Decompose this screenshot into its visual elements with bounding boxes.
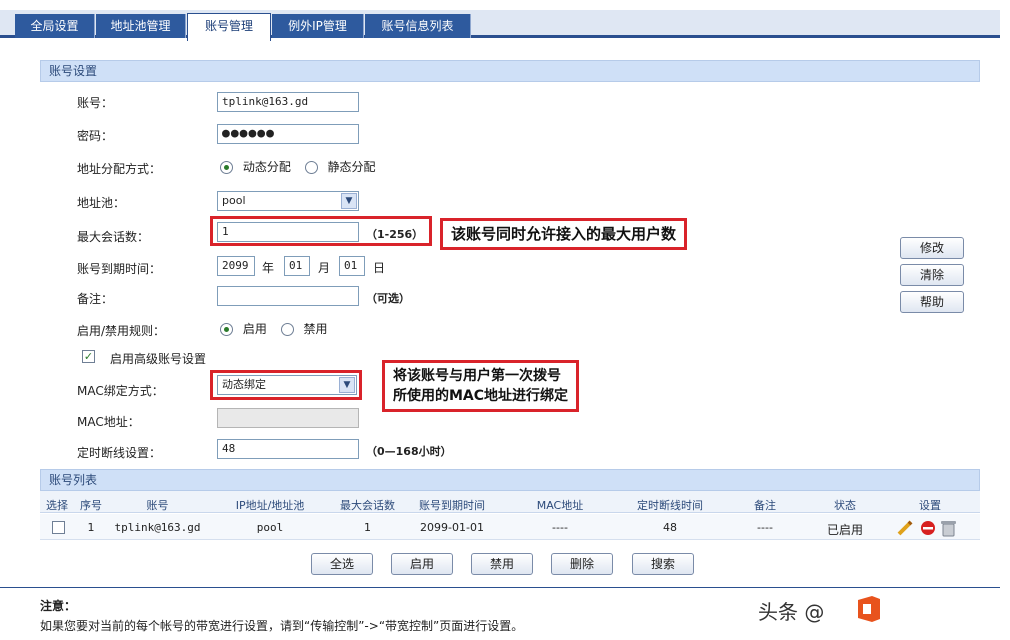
- pool-select[interactable]: pool ▼: [217, 191, 359, 211]
- advanced-settings-label: 启用高级账号设置: [110, 352, 207, 366]
- note-label: 备注：: [77, 292, 114, 306]
- col-timeout: 定时断线时间: [637, 499, 703, 512]
- divider: [0, 587, 1000, 588]
- rule-enable-radio[interactable]: [220, 323, 233, 336]
- row-expire: 2099-01-01: [420, 521, 484, 534]
- row-account: tplink@163.gd: [114, 521, 201, 534]
- month-unit: 月: [318, 261, 331, 275]
- mac-bind-label: MAC绑定方式：: [77, 384, 164, 398]
- year-unit: 年: [262, 261, 275, 275]
- mac-address-label: MAC地址：: [77, 415, 140, 429]
- delete-trash-icon[interactable]: [941, 521, 956, 537]
- account-input[interactable]: tplink@163.gd: [217, 92, 359, 112]
- row-max-session: 1: [364, 521, 371, 534]
- rule-disable-label: 禁用: [303, 322, 328, 336]
- rule-enable-label: 启用: [242, 322, 267, 336]
- max-session-input[interactable]: 1: [217, 222, 359, 242]
- note-hint: （可选）: [366, 292, 410, 305]
- col-account: 账号: [146, 499, 169, 512]
- account-list-header: 账号列表: [40, 469, 980, 491]
- chevron-down-icon[interactable]: ▼: [341, 193, 357, 209]
- pool-label: 地址池：: [77, 196, 126, 210]
- row-pool: pool: [256, 521, 284, 534]
- select-all-button[interactable]: 全选: [311, 553, 373, 575]
- disable-button[interactable]: 禁用: [471, 553, 533, 575]
- timeout-label: 定时断线设置：: [77, 446, 162, 460]
- tab-exception-ip[interactable]: 例外IP管理: [272, 14, 364, 38]
- advanced-settings-checkbox[interactable]: ✓: [82, 350, 95, 363]
- col-status: 状态: [834, 499, 856, 512]
- timeout-input[interactable]: 48: [217, 439, 359, 459]
- rule-disable-radio[interactable]: [280, 323, 294, 336]
- tab-global-settings[interactable]: 全局设置: [15, 14, 95, 38]
- row-action-icons: [897, 520, 956, 537]
- watermark-text: 头条 @: [758, 600, 825, 624]
- office-logo-icon: [855, 594, 883, 624]
- mac-bind-callout-line1: 将该账号与用户第一次拨号: [393, 368, 561, 384]
- search-button[interactable]: 搜索: [632, 553, 694, 575]
- expire-year-input[interactable]: 2099: [217, 256, 255, 276]
- col-expire: 账号到期时间: [419, 499, 485, 512]
- chevron-down-icon[interactable]: ▼: [339, 377, 355, 393]
- col-select: 选择: [46, 499, 68, 512]
- clear-button[interactable]: 清除: [900, 264, 964, 286]
- timeout-hint: （0—168小时）: [366, 445, 452, 458]
- rule-group: 启用 禁用: [220, 320, 328, 337]
- pool-select-value: pool: [222, 194, 246, 207]
- alloc-static-radio[interactable]: [304, 161, 318, 174]
- mac-bind-select-value: 动态绑定: [222, 378, 266, 391]
- delete-button[interactable]: 删除: [551, 553, 613, 575]
- alloc-dynamic-label: 动态分配: [242, 160, 291, 174]
- expire-label: 账号到期时间：: [77, 262, 162, 276]
- row-actions: [895, 518, 967, 538]
- tab-bar: 全局设置 地址池管理 账号管理 例外IP管理 账号信息列表: [0, 10, 1000, 41]
- password-input[interactable]: ●●●●●●: [217, 124, 359, 144]
- mac-bind-select[interactable]: 动态绑定 ▼: [217, 375, 357, 395]
- col-index: 序号: [80, 499, 102, 512]
- modify-button[interactable]: 修改: [900, 237, 964, 259]
- day-unit: 日: [373, 261, 386, 275]
- notice-text: 如果您要对当前的每个帐号的带宽进行设置，请到“传输控制”->“带宽控制”页面进行…: [40, 619, 524, 633]
- col-ip-pool: IP地址/地址池: [235, 499, 305, 512]
- account-settings-header: 账号设置: [40, 60, 980, 82]
- col-mac: MAC地址: [536, 499, 584, 512]
- edit-pencil-icon[interactable]: [897, 520, 913, 536]
- expire-month-input[interactable]: 01: [284, 256, 310, 276]
- col-note: 备注: [754, 499, 776, 512]
- mac-bind-callout: 将该账号与用户第一次拨号 所使用的MAC地址进行绑定: [382, 360, 580, 412]
- row-timeout: 48: [663, 521, 677, 534]
- enable-button[interactable]: 启用: [391, 553, 453, 575]
- expire-day-input[interactable]: 01: [339, 256, 365, 276]
- alloc-dynamic-radio[interactable]: [220, 161, 233, 174]
- alloc-method-label: 地址分配方式：: [77, 162, 162, 176]
- notice-title: 注意：: [40, 599, 77, 613]
- max-session-callout: 该账号同时允许接入的最大用户数: [440, 218, 688, 250]
- col-settings: 设置: [919, 499, 941, 512]
- rule-label: 启用/禁用规则：: [77, 324, 166, 338]
- max-session-range: （1-256）: [366, 228, 424, 241]
- account-label: 账号：: [77, 96, 114, 110]
- note-input[interactable]: [217, 286, 359, 306]
- row-select-checkbox[interactable]: [52, 521, 65, 534]
- row-note: ----: [757, 521, 773, 534]
- tab-account-info-list[interactable]: 账号信息列表: [365, 14, 471, 38]
- alloc-method-group: 动态分配 静态分配: [220, 158, 376, 175]
- col-max-session: 最大会话数: [340, 499, 395, 512]
- password-label: 密码：: [77, 129, 114, 143]
- tab-address-pool[interactable]: 地址池管理: [96, 14, 186, 38]
- tab-account-management[interactable]: 账号管理: [187, 13, 271, 41]
- help-button[interactable]: 帮助: [900, 291, 964, 313]
- row-mac: ----: [552, 521, 568, 534]
- alloc-static-label: 静态分配: [327, 160, 376, 174]
- max-session-label: 最大会话数：: [77, 230, 150, 244]
- row-status: 已启用: [826, 523, 863, 537]
- mac-bind-callout-line2: 所使用的MAC地址进行绑定: [393, 388, 569, 404]
- disable-stop-icon[interactable]: [921, 521, 935, 535]
- row-index: 1: [87, 521, 95, 534]
- mac-address-input[interactable]: [217, 408, 359, 428]
